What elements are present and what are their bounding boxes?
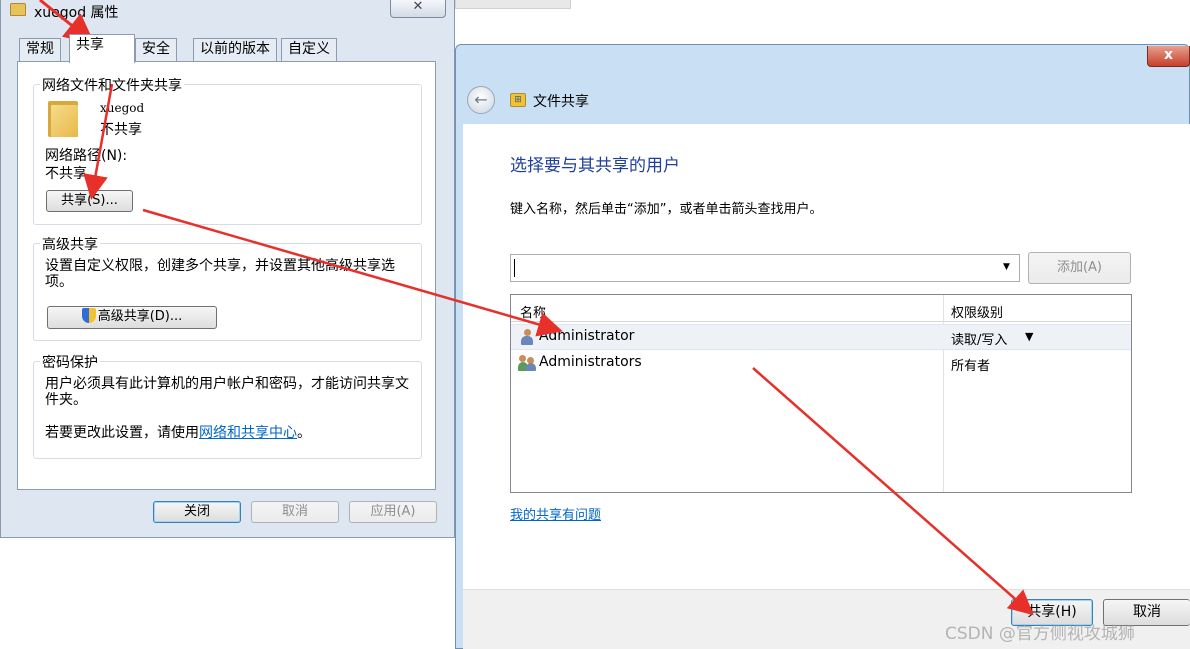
annotation-arrows	[39, 0, 1034, 616]
arrow-to-administrator-row	[142, 208, 563, 337]
arrow-to-confirm-share	[752, 367, 1034, 616]
tab-sharing[interactable]: 共享	[69, 34, 135, 63]
arrow-to-share-button	[83, 83, 114, 200]
csdn-watermark: CSDN @官方侧视攻城狮	[945, 624, 1135, 644]
